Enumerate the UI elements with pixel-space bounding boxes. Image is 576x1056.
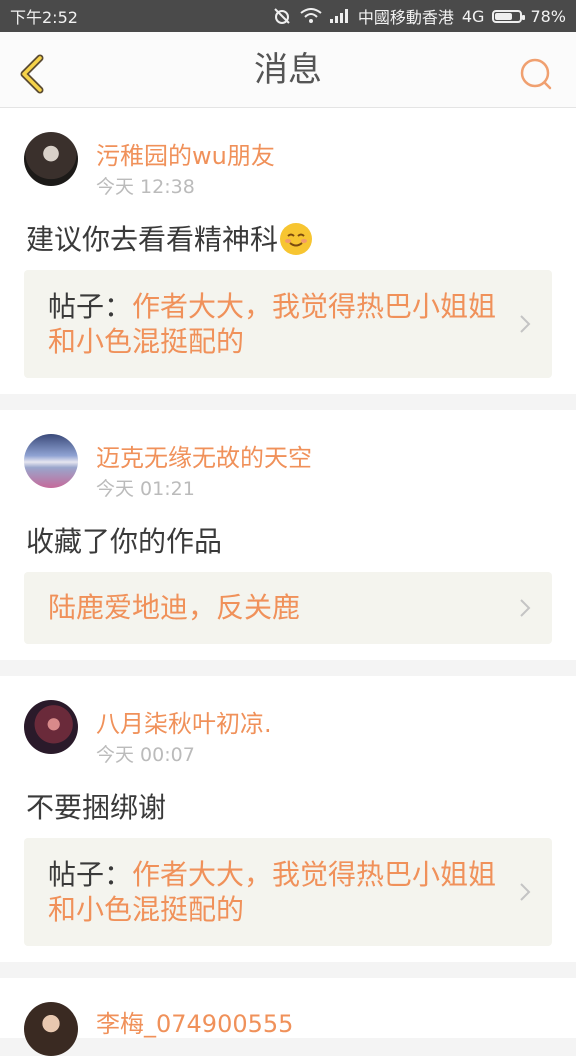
status-icons: 中國移動香港 4G 78% — [272, 4, 566, 28]
post-prefix: 帖子： — [48, 858, 133, 891]
smile-emoji-icon — [280, 223, 313, 255]
signal-icon — [329, 9, 350, 23]
username[interactable]: 李梅_074900555 — [96, 1004, 293, 1039]
message-card[interactable]: 八月柒秋叶初凉. 今天 00:07 不要捆绑谢 帖子：作者大大，我觉得热巴小姐姐… — [0, 676, 576, 962]
page-title: 消息 — [254, 50, 322, 90]
chevron-right-icon — [520, 315, 531, 333]
avatar[interactable] — [24, 132, 78, 186]
status-time: 下午2:52 — [10, 8, 78, 27]
username[interactable]: 迈克无缘无故的天空 — [96, 438, 312, 473]
message-text: 不要捆绑谢 — [26, 791, 167, 824]
post-reference[interactable]: 帖子：作者大大，我觉得热巴小姐姐和小色混挺配的 — [24, 270, 552, 378]
search-icon — [520, 58, 552, 90]
post-title: 陆鹿爱地迪，反关鹿 — [48, 591, 301, 624]
message-text: 收藏了你的作品 — [26, 525, 223, 558]
wifi-icon — [300, 8, 322, 24]
message-text-content: 建议你去看看精神科 — [26, 223, 279, 256]
battery-percent: 78% — [530, 6, 566, 26]
avatar[interactable] — [24, 700, 78, 754]
username[interactable]: 八月柒秋叶初凉. — [96, 704, 272, 739]
username[interactable]: 污稚园的wu朋友 — [96, 136, 275, 171]
avatar[interactable] — [24, 1002, 78, 1056]
message-card[interactable]: 迈克无缘无故的天空 今天 01:21 收藏了你的作品 陆鹿爱地迪，反关鹿 — [0, 410, 576, 660]
network-type: 4G — [461, 6, 485, 26]
message-text: 建议你去看看精神科 — [26, 218, 313, 258]
post-prefix: 帖子： — [48, 290, 133, 323]
message-time: 今天 00:07 — [96, 744, 195, 766]
nav-bar: 消息 — [0, 32, 576, 108]
chevron-right-icon — [520, 883, 531, 901]
mute-alarm-icon — [272, 7, 292, 25]
message-card[interactable]: 污稚园的wu朋友 今天 12:38 建议你去看看精神科 帖子：作者大大，我觉得热… — [0, 108, 576, 394]
carrier-name: 中國移動香港 — [357, 8, 454, 27]
avatar[interactable] — [24, 434, 78, 488]
chevron-right-icon — [520, 599, 531, 617]
search-button[interactable] — [518, 56, 554, 92]
post-reference[interactable]: 陆鹿爱地迪，反关鹿 — [24, 572, 552, 644]
message-time: 今天 01:21 — [96, 478, 195, 500]
message-card[interactable]: 李梅_074900555 — [0, 978, 576, 1056]
post-reference[interactable]: 帖子：作者大大，我觉得热巴小姐姐和小色混挺配的 — [24, 838, 552, 946]
message-time: 今天 12:38 — [96, 176, 195, 198]
battery-icon — [492, 9, 526, 23]
status-bar: 下午2:52 中國移動香港 4G 78% — [0, 0, 576, 32]
